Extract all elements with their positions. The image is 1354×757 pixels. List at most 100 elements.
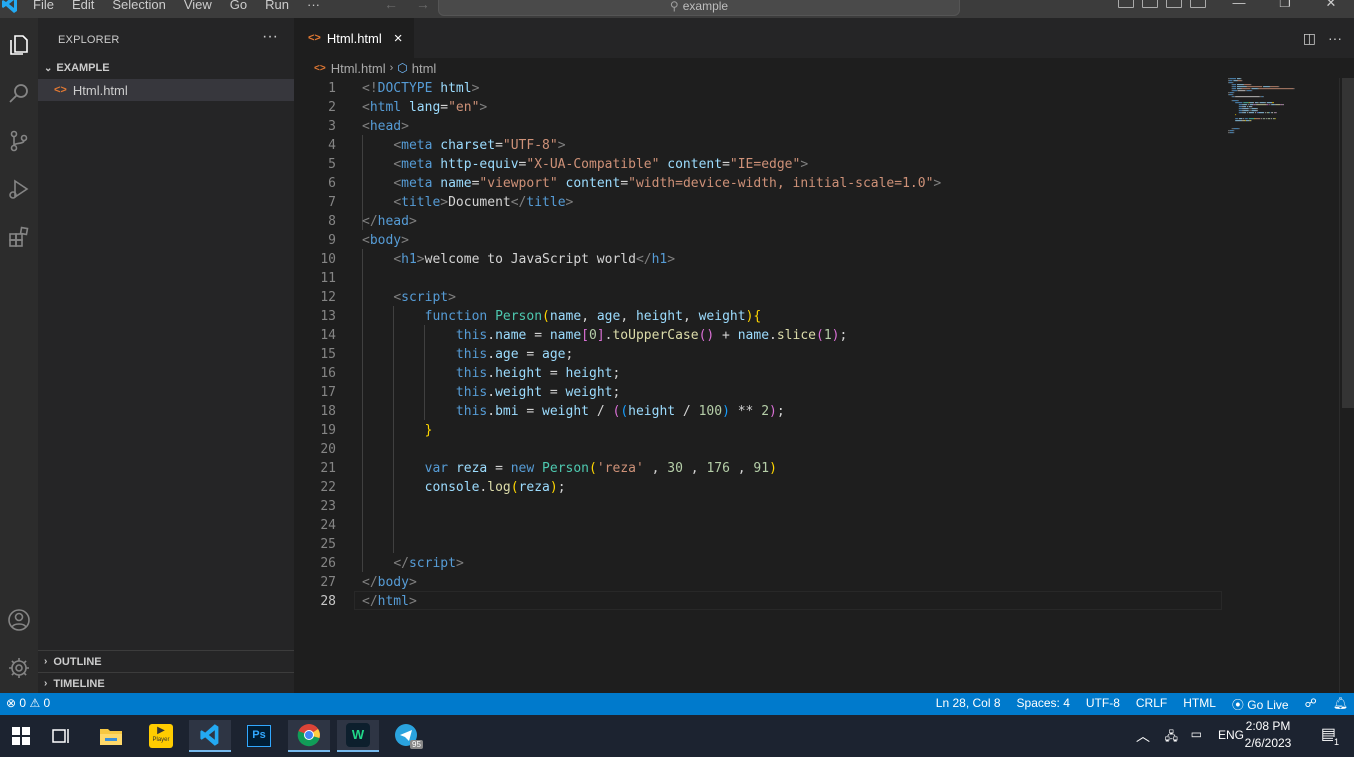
code-line[interactable]: 4 <meta charset="UTF-8"> — [294, 136, 1224, 155]
accounts-icon[interactable] — [2, 603, 36, 637]
code-line[interactable]: 16 this.height = height; — [294, 364, 1224, 383]
code-text: <body> — [362, 233, 409, 248]
code-text: <!DOCTYPE html> — [362, 81, 480, 96]
code-line[interactable]: 19 } — [294, 421, 1224, 440]
file-item-html[interactable]: <> Html.html — [38, 79, 294, 101]
indentation[interactable]: Spaces: 4 — [1017, 696, 1070, 713]
feedback-icon[interactable]: ☍ — [1305, 696, 1317, 713]
code-line[interactable]: 8 </head> — [294, 212, 1224, 231]
customize-layout-icon[interactable] — [1190, 0, 1206, 8]
activity-bar — [0, 18, 38, 693]
minimap[interactable] — [1228, 78, 1308, 138]
encoding[interactable]: UTF-8 — [1086, 696, 1120, 713]
explorer-icon[interactable] — [2, 28, 36, 62]
code-line[interactable]: 25 — [294, 535, 1224, 554]
command-center-search[interactable]: ⚲ example — [438, 0, 960, 16]
timeline-section[interactable]: › TIMELINE — [38, 672, 294, 694]
run-debug-icon[interactable] — [2, 172, 36, 206]
line-number: 21 — [320, 461, 336, 476]
windows-start-icon[interactable] — [0, 720, 42, 752]
toggle-secondary-sidebar-icon[interactable] — [1166, 0, 1182, 8]
menu-run[interactable]: Run — [256, 0, 298, 15]
code-line[interactable]: 23 — [294, 497, 1224, 516]
code-line[interactable]: 6 <meta name="viewport" content="width=d… — [294, 174, 1224, 193]
menu-file[interactable]: File — [24, 0, 63, 15]
layout-controls — [1118, 0, 1206, 8]
player-app-icon[interactable]: ▶ Player — [140, 720, 182, 752]
chrome-icon[interactable] — [288, 720, 330, 752]
code-line[interactable]: 3 <head> — [294, 117, 1224, 136]
explorer-more-icon[interactable]: ··· — [262, 28, 278, 46]
breadcrumb-symbol[interactable]: html — [412, 61, 437, 76]
settings-gear-icon[interactable] — [2, 651, 36, 685]
code-line[interactable]: 21 var reza = new Person('reza' , 30 , 1… — [294, 459, 1224, 478]
line-number: 16 — [320, 366, 336, 381]
more-actions-icon[interactable]: ··· — [1328, 30, 1342, 47]
code-line[interactable]: 13 function Person(name, age, height, we… — [294, 307, 1224, 326]
code-line[interactable]: 18 this.bmi = weight / ((height / 100) *… — [294, 402, 1224, 421]
code-line[interactable]: 1 <!DOCTYPE html> — [294, 79, 1224, 98]
code-text: this.age = age; — [455, 347, 574, 362]
toggle-panel-icon[interactable] — [1142, 0, 1158, 8]
telegram-icon[interactable]: 95 — [386, 720, 428, 752]
code-line[interactable]: 27 </body> — [294, 573, 1224, 592]
close-tab-icon[interactable]: × — [394, 30, 403, 47]
code-line[interactable]: 12 <script> — [294, 288, 1224, 307]
minimize-icon[interactable]: — — [1216, 0, 1262, 12]
code-line[interactable]: 9 <body> — [294, 231, 1224, 250]
toggle-sidebar-icon[interactable] — [1118, 0, 1134, 8]
line-number: 12 — [320, 290, 336, 305]
tray-chevron-up-icon[interactable]: ︿ — [1136, 726, 1150, 746]
player-label: Player — [152, 737, 170, 743]
code-line[interactable]: 24 — [294, 516, 1224, 535]
split-editor-icon[interactable]: ◫ — [1303, 30, 1316, 47]
code-line[interactable]: 11 — [294, 269, 1224, 288]
outline-section[interactable]: › OUTLINE — [38, 650, 294, 672]
breadcrumb-file[interactable]: Html.html — [331, 61, 386, 76]
menu-selection[interactable]: Selection — [103, 0, 174, 15]
code-line[interactable]: 10 <h1>welcome to JavaScript world</h1> — [294, 250, 1224, 269]
clock[interactable]: 2:08 PM 2/6/2023 — [1240, 718, 1296, 752]
menu-go[interactable]: Go — [221, 0, 256, 15]
file-explorer-icon[interactable] — [90, 720, 132, 752]
code-line[interactable]: 26 </script> — [294, 554, 1224, 573]
code-line[interactable]: 20 — [294, 440, 1224, 459]
battery-icon[interactable]: ▭ — [1191, 727, 1202, 741]
menu-more[interactable]: ··· — [298, 0, 329, 15]
menu-view[interactable]: View — [175, 0, 221, 15]
source-control-icon[interactable] — [2, 124, 36, 158]
language-mode[interactable]: HTML — [1183, 696, 1216, 713]
code-line[interactable]: 2 <html lang="en"> — [294, 98, 1224, 117]
problems-indicator[interactable]: ⊗ 0 ⚠ 0 — [6, 696, 50, 710]
code-line[interactable]: 5 <meta http-equiv="X-UA-Compatible" con… — [294, 155, 1224, 174]
code-line[interactable]: 15 this.age = age; — [294, 345, 1224, 364]
notifications-bell-icon[interactable]: 🔔︎ — [1333, 696, 1348, 713]
vertical-scrollbar[interactable] — [1342, 78, 1354, 408]
end-of-line[interactable]: CRLF — [1136, 696, 1167, 713]
photoshop-icon[interactable]: Ps — [238, 720, 280, 752]
back-arrow-icon[interactable]: ← — [384, 0, 398, 12]
extensions-icon[interactable] — [2, 220, 36, 254]
code-line[interactable]: 28 </html> — [294, 592, 1224, 611]
cursor-position[interactable]: Ln 28, Col 8 — [936, 696, 1001, 713]
code-line[interactable]: 22 console.log(reza); — [294, 478, 1224, 497]
webstorm-icon[interactable]: W — [337, 720, 379, 752]
line-number: 22 — [320, 480, 336, 495]
code-line[interactable]: 7 <title>Document</title> — [294, 193, 1224, 212]
go-live-button[interactable]: ⦿ Go Live — [1232, 696, 1289, 713]
tab-html[interactable]: <> Html.html × — [294, 18, 414, 58]
task-view-icon[interactable] — [40, 720, 82, 752]
search-icon[interactable] — [2, 76, 36, 110]
close-window-icon[interactable]: ✕ — [1308, 0, 1354, 12]
folder-example[interactable]: ⌄ EXAMPLE — [38, 58, 294, 78]
code-line[interactable]: 14 this.name = name[0].toUpperCase() + n… — [294, 326, 1224, 345]
vscode-taskbar-icon[interactable] — [189, 720, 231, 752]
code-line[interactable]: 17 this.weight = weight; — [294, 383, 1224, 402]
maximize-icon[interactable]: ❐ — [1262, 0, 1308, 12]
warning-count: 0 — [43, 696, 51, 710]
network-icon[interactable]: 🖧︎ — [1165, 727, 1178, 748]
code-text: <meta http-equiv="X-UA-Compatible" conte… — [393, 157, 809, 172]
code-editor[interactable]: 1 <!DOCTYPE html> 2 <html lang="en"> 3 <head>… — [294, 78, 1354, 693]
menu-edit[interactable]: Edit — [63, 0, 103, 15]
forward-arrow-icon[interactable]: → — [416, 0, 430, 12]
